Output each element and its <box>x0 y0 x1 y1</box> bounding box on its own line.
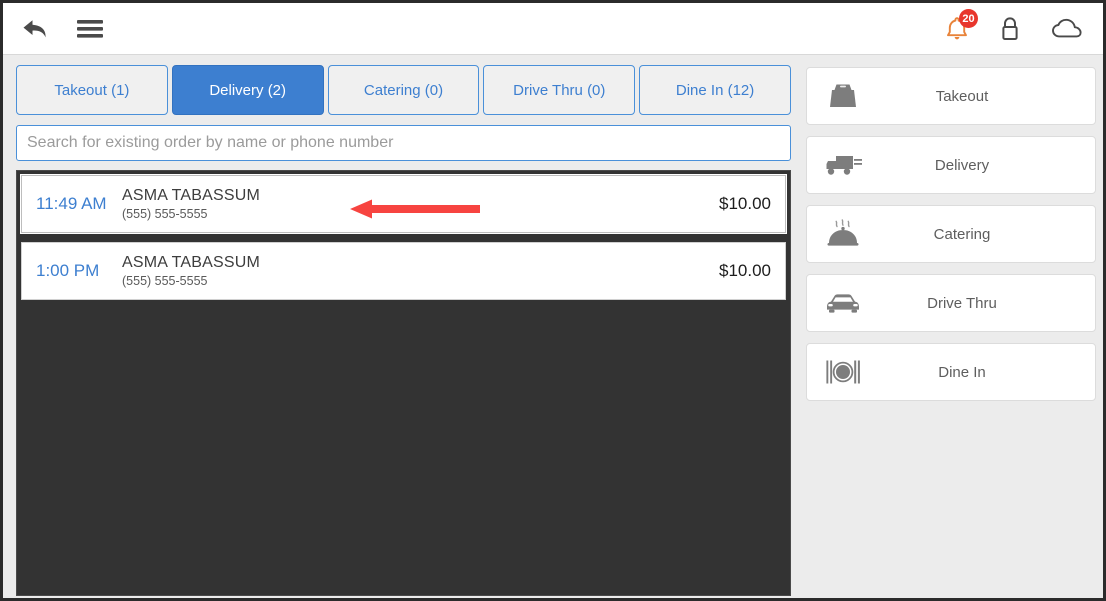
tab-delivery[interactable]: Delivery (2) <box>171 65 324 115</box>
sidebar-label: Catering <box>933 225 991 243</box>
order-row[interactable]: 11:49 AM ASMA TABASSUM (555) 555-5555 $1… <box>21 175 786 233</box>
sidebar-label: Delivery <box>934 156 990 174</box>
notification-badge: 20 <box>959 9 978 28</box>
pos-order-screen: 20 Takeout (1) Delivery (2) Catering (0)… <box>0 0 1106 601</box>
order-type-sidebar: Takeout Delivery Catering Drive Thru Din… <box>799 55 1103 598</box>
sidebar-button-drive-thru[interactable]: Drive Thru <box>806 274 1096 332</box>
app-header: 20 <box>3 3 1103 55</box>
catering-cloche-icon <box>807 219 879 249</box>
sidebar-button-takeout[interactable]: Takeout <box>806 67 1096 125</box>
tab-takeout[interactable]: Takeout (1) <box>16 65 168 115</box>
cloud-icon[interactable] <box>1051 18 1083 40</box>
order-total: $10.00 <box>719 194 771 213</box>
header-right-controls: 20 <box>945 3 1083 55</box>
hamburger-menu-icon[interactable] <box>77 19 103 39</box>
order-row[interactable]: 1:00 PM ASMA TABASSUM (555) 555-5555 $10… <box>21 242 786 300</box>
header-left-controls <box>21 3 103 55</box>
sidebar-label: Drive Thru <box>927 294 997 312</box>
order-list: 11:49 AM ASMA TABASSUM (555) 555-5555 $1… <box>16 170 791 596</box>
takeout-bag-icon <box>807 81 879 111</box>
orders-panel: Takeout (1) Delivery (2) Catering (0) Dr… <box>16 65 791 598</box>
order-time: 1:00 PM <box>36 261 100 280</box>
order-customer-name: ASMA TABASSUM <box>122 187 261 204</box>
sidebar-button-catering[interactable]: Catering <box>806 205 1096 263</box>
back-arrow-icon[interactable] <box>21 17 49 41</box>
lock-icon[interactable] <box>999 16 1021 42</box>
order-customer-phone: (555) 555-5555 <box>122 274 208 288</box>
order-customer: ASMA TABASSUM (555) 555-5555 <box>122 254 719 288</box>
car-icon <box>807 291 879 315</box>
tab-drive-thru[interactable]: Drive Thru (0) <box>483 65 636 115</box>
plate-utensils-icon <box>807 357 879 387</box>
sidebar-button-delivery[interactable]: Delivery <box>806 136 1096 194</box>
order-total: $10.00 <box>719 261 771 280</box>
tab-catering[interactable]: Catering (0) <box>327 65 480 115</box>
sidebar-label: Takeout <box>935 87 989 105</box>
tab-dine-in[interactable]: Dine In (12) <box>639 65 791 115</box>
search-container <box>16 125 791 161</box>
search-input[interactable] <box>16 125 791 161</box>
delivery-truck-icon <box>807 151 879 179</box>
order-customer: ASMA TABASSUM (555) 555-5555 <box>122 187 719 221</box>
order-customer-phone: (555) 555-5555 <box>122 207 208 221</box>
sidebar-label: Dine In <box>938 363 986 381</box>
sidebar-button-dine-in[interactable]: Dine In <box>806 343 1096 401</box>
bell-icon[interactable]: 20 <box>945 9 978 42</box>
order-type-tabs: Takeout (1) Delivery (2) Catering (0) Dr… <box>16 65 791 115</box>
order-customer-name: ASMA TABASSUM <box>122 254 261 271</box>
order-time: 11:49 AM <box>36 194 107 213</box>
